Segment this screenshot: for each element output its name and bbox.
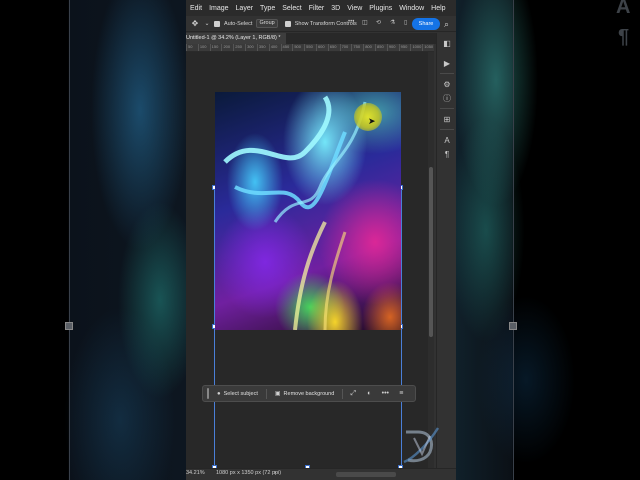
ruler-tick-label: 650	[327, 44, 340, 51]
paragraph-panel-ghost-icon: ¶	[618, 26, 630, 48]
menu-layer[interactable]: Layer	[236, 5, 254, 12]
menu-type[interactable]: Type	[260, 5, 275, 12]
ruler-tick-label: 400	[268, 44, 281, 51]
auto-select-target-dropdown[interactable]: Group	[256, 19, 278, 28]
paragraph-panel-icon[interactable]: ¶	[442, 150, 452, 160]
ruler-tick-label: 150	[209, 44, 222, 51]
ruler-tick-label: 100	[197, 44, 210, 51]
vertical-scrollbar-thumb[interactable]	[429, 167, 433, 337]
auto-select-checkbox[interactable]	[214, 20, 220, 27]
transform-icon[interactable]: ⤢	[347, 390, 359, 398]
adjustments-icon[interactable]: ⚙	[442, 80, 452, 90]
image-icon: ▣	[274, 391, 281, 397]
ruler-tick-label: 300	[245, 44, 257, 51]
channel-logo-watermark	[403, 427, 440, 464]
show-transform-checkbox[interactable]	[284, 20, 291, 27]
ruler-tick-label: 50	[186, 44, 198, 51]
menu-filter[interactable]: Filter	[309, 5, 325, 12]
panel-dock: ◧ ▶ ⚙ ⓘ ⊞ A ¶	[436, 33, 456, 480]
ruler-tick-label: 800	[363, 44, 375, 51]
document-tab[interactable]: Untitled-1 @ 34.2% (Layer 1, RGB/8) *	[186, 33, 286, 44]
menu-edit[interactable]: Edit	[190, 5, 202, 12]
taskbar-divider	[342, 388, 344, 399]
backdrop-handle	[65, 322, 73, 330]
character-panel-icon[interactable]: A	[442, 136, 452, 146]
menu-bar: Edit Image Layer Type Select Filter 3D V…	[186, 0, 456, 16]
flask-icon[interactable]: ⚗	[390, 19, 398, 27]
search-icon[interactable]: ⌕	[444, 19, 449, 30]
ruler-tick-label: 750	[351, 44, 363, 51]
menu-plugins[interactable]: Plugins	[369, 5, 392, 12]
menu-view[interactable]: View	[347, 5, 362, 12]
menu-image[interactable]: Image	[209, 5, 228, 12]
contextual-task-bar: ● Select subject ▣ Remove background ⤢ ◐…	[202, 385, 416, 402]
blurred-backdrop-right: A ¶	[456, 0, 640, 480]
ruler-tick-label: 250	[233, 44, 245, 51]
status-menu-chevron-icon[interactable]: ›	[274, 470, 276, 476]
beta-icon[interactable]: ▯	[404, 19, 412, 27]
ruler-tick-label: 900	[386, 44, 399, 51]
document-dimensions[interactable]: 1080 px x 1350 px (72 ppi)	[216, 470, 281, 476]
align-icons: ••• ◫ ⟲ ⚗ ▯	[348, 19, 412, 27]
tab-bar-empty	[286, 33, 436, 44]
properties-icon[interactable]: ⊞	[442, 115, 452, 125]
type-panel-ghost-icon: A	[616, 0, 631, 18]
menu-window[interactable]: Window	[399, 5, 424, 12]
horizontal-scrollbar[interactable]	[336, 472, 396, 477]
horizontal-ruler: 50 100 150 200 250 300 350 400 450 500 550 600 650 70…	[186, 44, 434, 52]
menu-3d[interactable]: 3D	[331, 5, 340, 12]
remove-background-button[interactable]: ▣ Remove background	[271, 388, 338, 399]
options-bar: ✥ ⌄ Auto-Select Group Show Transform Con…	[186, 16, 456, 32]
ruler-tick-label: 350	[256, 44, 269, 51]
select-subject-button[interactable]: ● Select subject	[213, 388, 262, 399]
taskbar-divider	[265, 388, 267, 399]
ruler-tick-label: 950	[398, 44, 411, 51]
backdrop-edge-line	[69, 0, 70, 480]
panel-divider	[440, 73, 454, 74]
more-options-button[interactable]: •••	[379, 390, 391, 397]
ruler-tick-label: 700	[339, 44, 352, 51]
auto-select-label: Auto-Select	[224, 20, 253, 27]
menu-select[interactable]: Select	[282, 5, 301, 12]
backdrop-handle	[509, 322, 517, 330]
layers-panel-icon[interactable]: ◧	[442, 39, 452, 49]
screen: A ¶ Edit Image Layer Type Select Filter …	[0, 0, 640, 480]
play-actions-icon[interactable]: ▶	[442, 59, 452, 69]
ruler-tick-label: 850	[375, 44, 387, 51]
status-bar: 34.21% 1080 px x 1350 px (72 ppi) ›	[186, 468, 456, 480]
backdrop-glow	[0, 0, 186, 480]
adjustment-icon[interactable]: ◐	[363, 390, 375, 397]
info-icon[interactable]: ⓘ	[442, 94, 452, 104]
ruler-tick-label: 550	[304, 44, 316, 51]
taskbar-grip-handle[interactable]	[207, 388, 209, 399]
chevron-down-icon[interactable]: ⌄	[204, 20, 210, 27]
person-icon: ●	[217, 390, 221, 397]
zoom-level[interactable]: 34.21%	[186, 470, 205, 476]
photoshop-window: Edit Image Layer Type Select Filter 3D V…	[186, 0, 456, 480]
blurred-backdrop-left	[0, 0, 186, 480]
ruler-tick-label: 500	[292, 44, 304, 51]
menu-help[interactable]: Help	[431, 5, 445, 12]
panel-divider	[440, 108, 454, 109]
share-button[interactable]: Share	[412, 18, 440, 30]
ruler-tick-label: 1050	[422, 44, 434, 51]
ruler-tick-label: 600	[315, 44, 328, 51]
ruler-tick-label: 1000	[410, 44, 422, 51]
vertical-scrollbar[interactable]	[428, 52, 434, 468]
mouse-pointer-icon: ➤	[368, 116, 376, 126]
select-subject-label: Select subject	[223, 390, 258, 397]
backdrop-glow	[456, 0, 640, 480]
remove-background-label: Remove background	[283, 390, 335, 397]
rotate-3d-icon[interactable]: ⟲	[376, 19, 384, 27]
move-tool-icon[interactable]: ✥	[190, 19, 200, 28]
3d-mode-icon[interactable]: ◫	[362, 19, 370, 27]
ruler-tick-label: 450	[280, 44, 293, 51]
backdrop-edge-line	[513, 0, 514, 480]
ruler-tick-label: 200	[221, 44, 233, 51]
panel-divider	[440, 129, 454, 130]
settings-sliders-icon[interactable]: ≡	[395, 390, 407, 397]
more-options-icon[interactable]: •••	[348, 19, 356, 27]
